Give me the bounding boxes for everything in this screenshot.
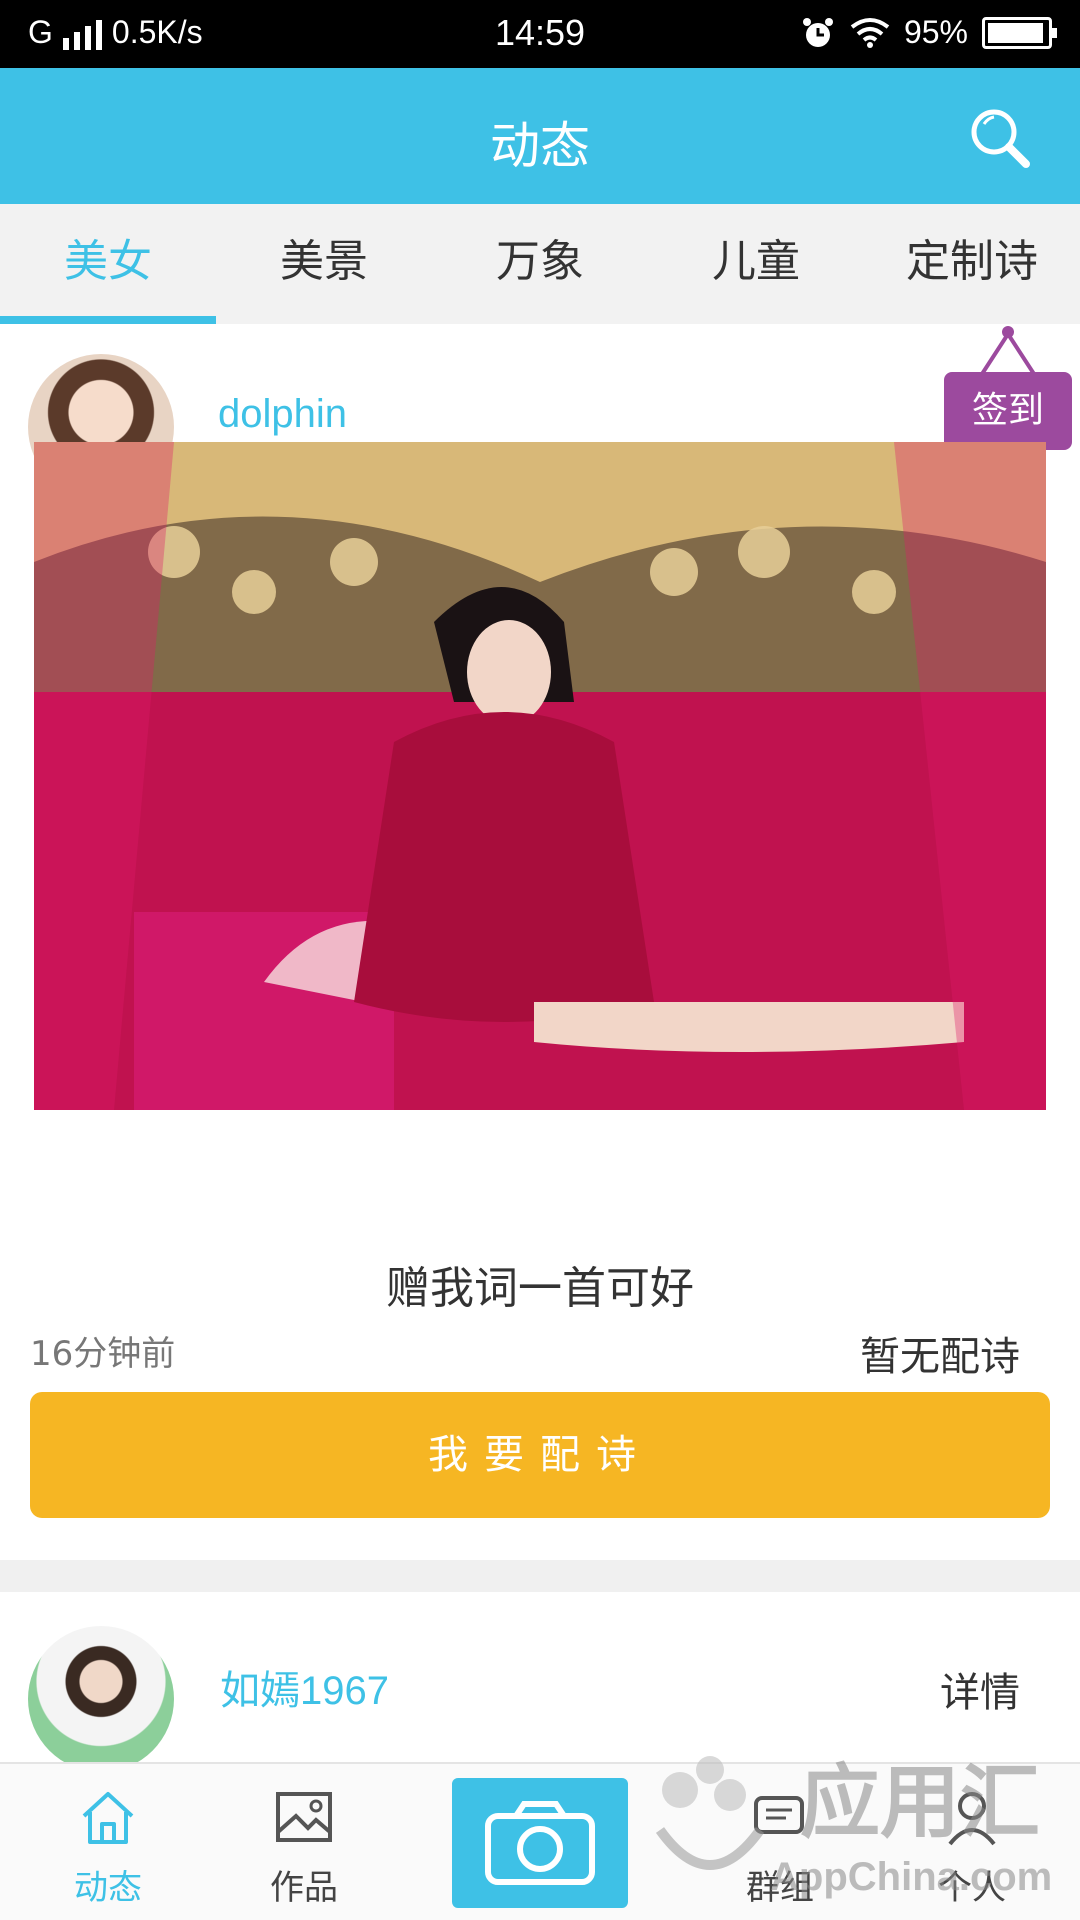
- wifi-icon: [850, 17, 890, 48]
- poem-status: 暂无配诗: [860, 1334, 1020, 1380]
- status-right: 95%: [800, 14, 1057, 51]
- page-title: 动态: [490, 117, 590, 175]
- battery-percent: 95%: [903, 14, 968, 50]
- post-caption: 赠我词一首可好: [386, 1263, 694, 1314]
- tab-everything[interactable]: 万象: [432, 204, 648, 324]
- battery-icon: [982, 16, 1057, 49]
- sign-in-button[interactable]: 签到: [944, 372, 1072, 450]
- watermark-logo: 应用汇 AppChina.com: [640, 1740, 1070, 1910]
- watermark-subtext: AppChina.com: [770, 1855, 1052, 1899]
- camera-icon: [485, 1801, 595, 1885]
- details-link[interactable]: 详情: [940, 1660, 1020, 1718]
- nav-item-works[interactable]: 作品: [196, 1764, 412, 1920]
- home-icon: [82, 1792, 134, 1844]
- nav-label: 作品: [270, 1868, 338, 1908]
- tab-scenery[interactable]: 美景: [216, 204, 432, 324]
- post-time: 16分钟前: [30, 1334, 176, 1374]
- watermark-graphic: 应用汇 AppChina.com: [655, 1756, 1052, 1899]
- add-poem-button[interactable]: 我要配诗: [30, 1392, 1050, 1518]
- search-icon[interactable]: [964, 102, 1036, 174]
- post-divider: [0, 1560, 1080, 1592]
- category-tabs: 美女 美景 万象 儿童 定制诗: [0, 204, 1080, 324]
- nav-item-feed[interactable]: 动态: [0, 1764, 216, 1920]
- tab-custom-poem[interactable]: 定制诗: [864, 204, 1080, 324]
- tab-beauty[interactable]: 美女: [0, 204, 216, 324]
- app-bar: 动态: [0, 68, 1080, 204]
- alarm-icon: [802, 17, 833, 47]
- post-photo[interactable]: [34, 442, 1046, 1110]
- battery-fill: [988, 22, 1044, 43]
- image-icon: [276, 1792, 332, 1842]
- post-username[interactable]: dolphin: [218, 392, 347, 437]
- status-bar: G 0.5K/s 14:59 95%: [0, 0, 1080, 68]
- post-card: dolphin 签到 赠我词一首可好 16分钟前 暂无配诗 我要配诗: [0, 324, 1080, 1560]
- post-username[interactable]: 如嫣1967: [220, 1658, 389, 1716]
- watermark-text: 应用汇: [800, 1756, 1040, 1849]
- camera-button[interactable]: [452, 1778, 628, 1908]
- tab-children[interactable]: 儿童: [648, 204, 864, 324]
- photo-illustration: [34, 442, 1046, 1110]
- nav-label: 动态: [74, 1868, 142, 1908]
- avatar[interactable]: [28, 1626, 174, 1772]
